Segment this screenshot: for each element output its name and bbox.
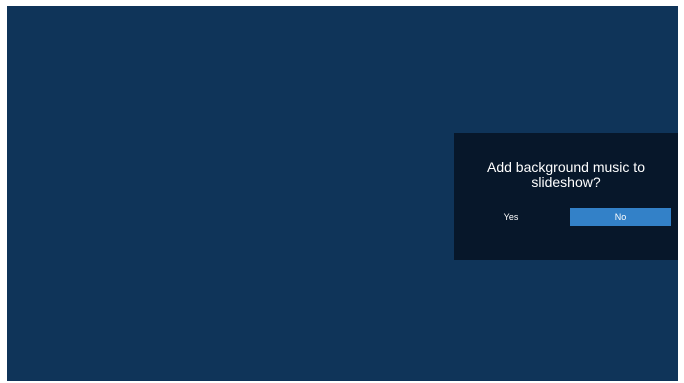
no-button-label: No bbox=[614, 212, 627, 222]
tv-screen: Add background music to slideshow? Yes N… bbox=[7, 6, 678, 381]
background-music-dialog: Add background music to slideshow? Yes N… bbox=[454, 133, 678, 260]
no-button[interactable]: No bbox=[570, 208, 671, 226]
yes-button[interactable]: Yes bbox=[468, 208, 554, 226]
yes-button-label: Yes bbox=[503, 212, 519, 222]
dialog-title: Add background music to slideshow? bbox=[487, 159, 645, 190]
